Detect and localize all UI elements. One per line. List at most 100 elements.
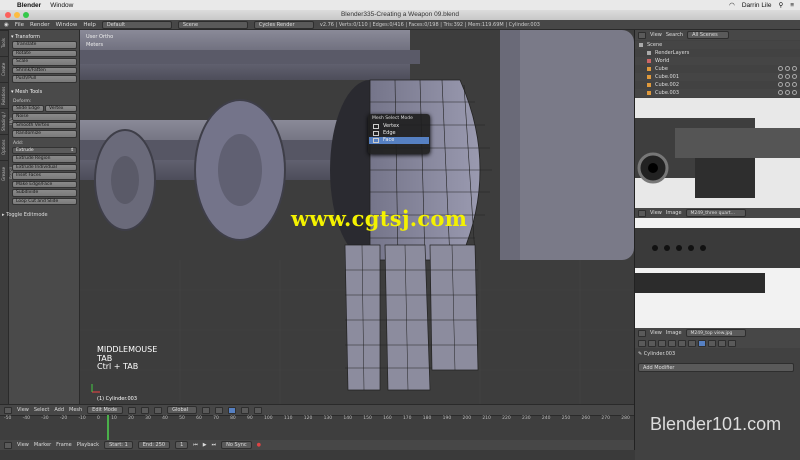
smooth-vertex-button[interactable]: Smooth Vertex [12,121,77,129]
face-select-icon[interactable] [228,406,237,414]
modifiers-tab-icon[interactable] [698,339,706,347]
menu-window[interactable]: Window [56,22,78,28]
end-frame-field[interactable]: End: 250 [137,441,171,449]
scale-button[interactable]: Scale [12,58,77,66]
render-engine-dropdown[interactable]: Cycles Render [253,20,314,29]
mac-app-menu[interactable]: Blender [17,2,41,9]
visibility-eye-icon[interactable] [778,66,783,71]
blender-logo-icon[interactable]: ◉ [4,22,9,28]
image-editor-1[interactable] [635,98,800,208]
img1-name-dropdown[interactable]: M249_three quart... [685,209,746,217]
select-arrow-icon[interactable] [785,74,790,79]
outliner-row-cube-001[interactable]: Cube.001 [635,73,800,81]
tab-shading[interactable]: Shading / UVs [0,108,14,134]
extrude-region-button[interactable]: Extrude Region [12,155,77,163]
3d-viewport[interactable]: User Ortho Meters MIDDLEMOUSE TAB Ctrl +… [80,30,634,404]
vertex-select-icon[interactable] [202,406,211,414]
render-camera-icon[interactable] [792,66,797,71]
img2-menu-view[interactable]: View [650,330,662,336]
outliner-menu-search[interactable]: Search [666,32,683,38]
texture-tab-icon[interactable] [728,339,736,347]
rewind-icon[interactable]: ⏮ [193,442,198,448]
timeline[interactable]: -50 -40 -30 -20 -10 0 10 20 30 40 50 60 70 80 90 100 110… [0,415,634,440]
toggle-editmode-header[interactable]: ▸ Toggle Editmode [2,212,48,218]
noise-button[interactable]: Noise [12,113,77,121]
menu-help[interactable]: Help [83,22,96,28]
world-tab-icon[interactable] [668,339,676,347]
user-name[interactable]: Darrin Lile [742,2,772,9]
outliner-row-cube-003[interactable]: Cube.003 [635,89,800,97]
popup-item-vertex[interactable]: Vertex [369,123,429,130]
outliner-filter-dropdown[interactable]: All Scenes [687,31,730,39]
img1-menu-image[interactable]: Image [666,210,682,216]
material-tab-icon[interactable] [718,339,726,347]
current-frame-field[interactable]: 1 [175,441,189,449]
vmenu-add[interactable]: Add [54,407,64,413]
extrude-individual-button[interactable]: Extrude Individual [12,163,77,171]
add-modifier-dropdown[interactable]: Add Modifier [638,363,794,372]
make-edge-face-button[interactable]: Make Edge/Face [12,180,77,188]
render-tab-icon[interactable] [638,339,646,347]
edge-select-icon[interactable] [215,406,224,414]
select-arrow-icon[interactable] [785,66,790,71]
visibility-eye-icon[interactable] [778,90,783,95]
menu-render[interactable]: Render [30,22,50,28]
current-frame-marker[interactable] [107,415,109,440]
inset-faces-button[interactable]: Inset Faces [12,172,77,180]
subdivide-button[interactable]: Subdivide [12,189,77,197]
select-arrow-icon[interactable] [785,82,790,87]
loop-cut-slide-button[interactable]: Loop Cut and Slide [12,197,77,205]
editor-type-icon[interactable] [4,406,12,414]
pivot-icon[interactable] [141,406,150,414]
img1-menu-view[interactable]: View [650,210,662,216]
layers-tab-icon[interactable] [648,339,656,347]
proportional-edit-icon[interactable] [241,406,250,414]
layout-dropdown[interactable]: Default [101,20,172,29]
popup-item-face[interactable]: Face [369,137,429,144]
transform-header[interactable]: ▾ Transform [11,33,78,41]
render-camera-icon[interactable] [792,82,797,87]
object-tab-icon[interactable] [678,339,686,347]
manipulator-icon[interactable] [154,406,163,414]
constraints-tab-icon[interactable] [688,339,696,347]
select-arrow-icon[interactable] [785,90,790,95]
tab-tools[interactable]: Tools [0,30,8,56]
snap-icon[interactable] [254,406,263,414]
image-editor-icon[interactable] [638,329,646,337]
outliner-row-renderlayers[interactable]: RenderLayers [635,49,800,57]
timeline-editor-icon[interactable] [4,441,12,449]
slide-vertex-button[interactable]: Vertex [45,104,77,112]
tab-relations[interactable]: Relations [0,82,8,108]
push-pull-button[interactable]: Push/Pull [12,75,77,83]
vmenu-select[interactable]: Select [34,407,49,413]
mac-menu-window[interactable]: Window [50,2,73,9]
slide-edge-button[interactable]: Slide Edge [12,104,44,112]
img2-menu-image[interactable]: Image [666,330,682,336]
forward-icon[interactable]: ⏭ [212,442,217,448]
orientation-dropdown[interactable]: Global [167,406,198,414]
tmenu-marker[interactable]: Marker [34,442,51,448]
extrude-select[interactable]: Extrude ⇕ [12,146,77,154]
translate-button[interactable]: Translate [12,41,77,49]
vmenu-view[interactable]: View [17,407,29,413]
tab-grease-pencil[interactable]: Grease Pencil [0,160,14,186]
search-icon[interactable]: ⚲ [778,1,783,9]
menu-list-icon[interactable]: ≡ [790,2,794,9]
tmenu-view[interactable]: View [17,442,29,448]
scene-tab-icon[interactable] [658,339,666,347]
outliner-row-world[interactable]: World [635,57,800,65]
tmenu-playback[interactable]: Playback [77,442,99,448]
start-frame-field[interactable]: Start: 1 [104,441,133,449]
image-editor-icon[interactable] [638,209,646,217]
outliner-row-cube[interactable]: Cube [635,65,800,73]
data-tab-icon[interactable] [708,339,716,347]
minimize-window-button[interactable] [14,12,20,18]
scene-dropdown[interactable]: Scene [177,20,248,29]
render-camera-icon[interactable] [792,90,797,95]
tab-options[interactable]: Options [0,134,8,160]
vmenu-mesh[interactable]: Mesh [69,407,82,413]
render-camera-icon[interactable] [792,74,797,79]
play-icon[interactable]: ▶ [203,442,207,448]
outliner-row-cube-002[interactable]: Cube.002 [635,81,800,89]
img2-name-dropdown[interactable]: M249_top view.jpg [685,329,746,337]
